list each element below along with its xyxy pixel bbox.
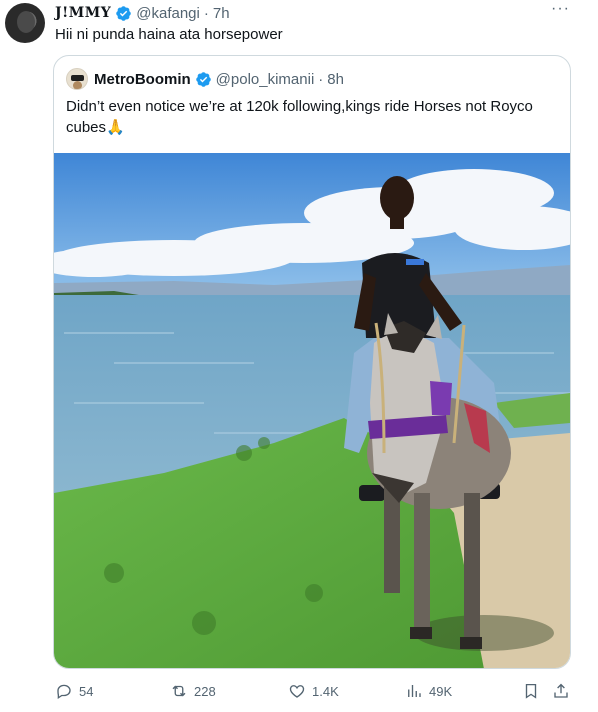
quote-author-avatar (66, 68, 88, 90)
tweet-photo[interactable] (54, 153, 570, 668)
reply-count: 54 (79, 683, 94, 699)
more-icon[interactable]: ··· (551, 0, 570, 18)
repost-button[interactable]: 228 (170, 680, 216, 702)
tweet-header: J!MMY @kafangi · 7h (55, 3, 230, 23)
quote-text: Didn’t even notice we’re at 120k followi… (66, 98, 533, 136)
reply-icon (57, 684, 71, 700)
quote-author-handle: @polo_kimanii (215, 70, 315, 88)
like-button[interactable]: 1.4K (288, 680, 339, 702)
separator-dot: · (203, 4, 209, 22)
repost-count: 228 (194, 683, 216, 699)
share-button[interactable] (552, 680, 576, 702)
repost-icon (172, 685, 186, 697)
horse-rider-photo (54, 153, 570, 668)
views-button[interactable]: 49K (405, 680, 452, 702)
bookmark-icon (525, 683, 537, 699)
reply-button[interactable]: 54 (55, 680, 93, 702)
quoted-tweet[interactable]: MetroBoomin @polo_kimanii · 8h Didn’t ev… (53, 55, 571, 669)
verified-badge-icon (116, 5, 132, 21)
tweet-time[interactable]: 7h (213, 5, 230, 22)
quote-header: MetroBoomin @polo_kimanii · 8h (66, 68, 344, 90)
bookmark-button[interactable] (522, 680, 546, 702)
author-avatar[interactable] (5, 3, 45, 43)
share-icon (554, 683, 568, 698)
separator-dot: · (318, 70, 324, 88)
verified-badge-icon (195, 71, 211, 87)
quote-author-name: MetroBoomin (94, 70, 191, 88)
views-count: 49K (429, 683, 453, 699)
tweet-actions-bar: 54 228 1.4K 49K (0, 680, 598, 702)
like-count: 1.4K (312, 683, 339, 699)
tweet-text: Hii ni punda haina ata horsepower (55, 26, 283, 43)
views-icon (408, 685, 421, 697)
like-icon (289, 685, 305, 698)
author-handle[interactable]: @kafangi (136, 5, 200, 22)
author-name[interactable]: J!MMY (55, 5, 111, 21)
quote-time: 8h (327, 70, 344, 88)
